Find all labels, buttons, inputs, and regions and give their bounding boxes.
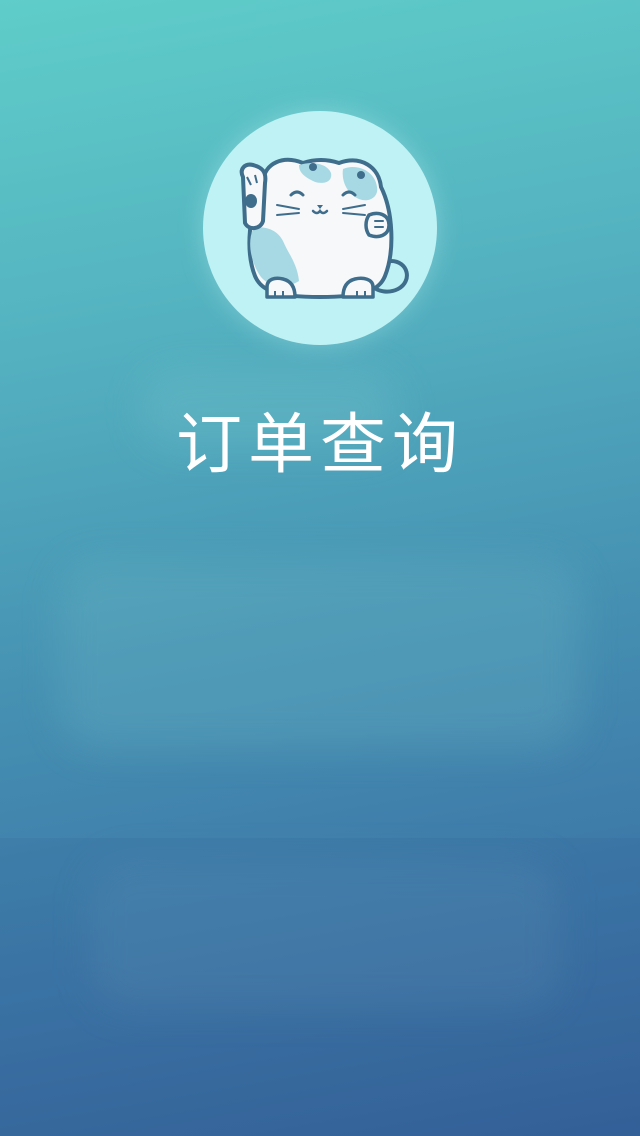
app-logo <box>203 111 437 345</box>
lucky-cat-icon <box>239 157 409 299</box>
background-blur <box>60 560 580 750</box>
splash-screen: 订单查询 <box>0 0 640 1136</box>
background-horizon <box>0 838 640 1136</box>
app-title: 订单查询 <box>176 406 464 483</box>
